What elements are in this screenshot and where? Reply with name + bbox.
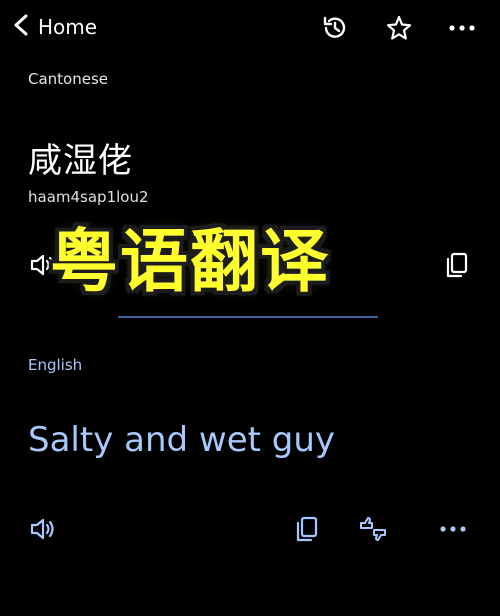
source-text: 咸湿佬 <box>28 141 133 181</box>
chevron-left-icon <box>12 14 32 40</box>
translation-screen: { "header": { "back_label": "Home", "ico… <box>0 0 500 616</box>
romanization: haam4sap1lou2 <box>28 188 149 206</box>
back-button[interactable]: Home <box>12 14 97 40</box>
target-copy-icon[interactable] <box>292 514 322 544</box>
history-icon[interactable] <box>321 14 349 42</box>
overlay-caption: 粤语翻译 <box>50 223 331 302</box>
copy-icon[interactable] <box>442 250 472 280</box>
back-label: Home <box>38 15 98 39</box>
target-language-label: English <box>28 356 83 374</box>
section-divider <box>118 316 378 318</box>
more-icon[interactable] <box>448 14 476 42</box>
target-more-icon[interactable] <box>438 514 468 544</box>
star-icon[interactable] <box>385 14 413 42</box>
source-language-label: Cantonese <box>28 70 109 88</box>
target-speaker-icon[interactable] <box>28 514 58 544</box>
feedback-icon[interactable] <box>358 514 388 544</box>
target-text: Salty and wet guy <box>28 420 336 460</box>
